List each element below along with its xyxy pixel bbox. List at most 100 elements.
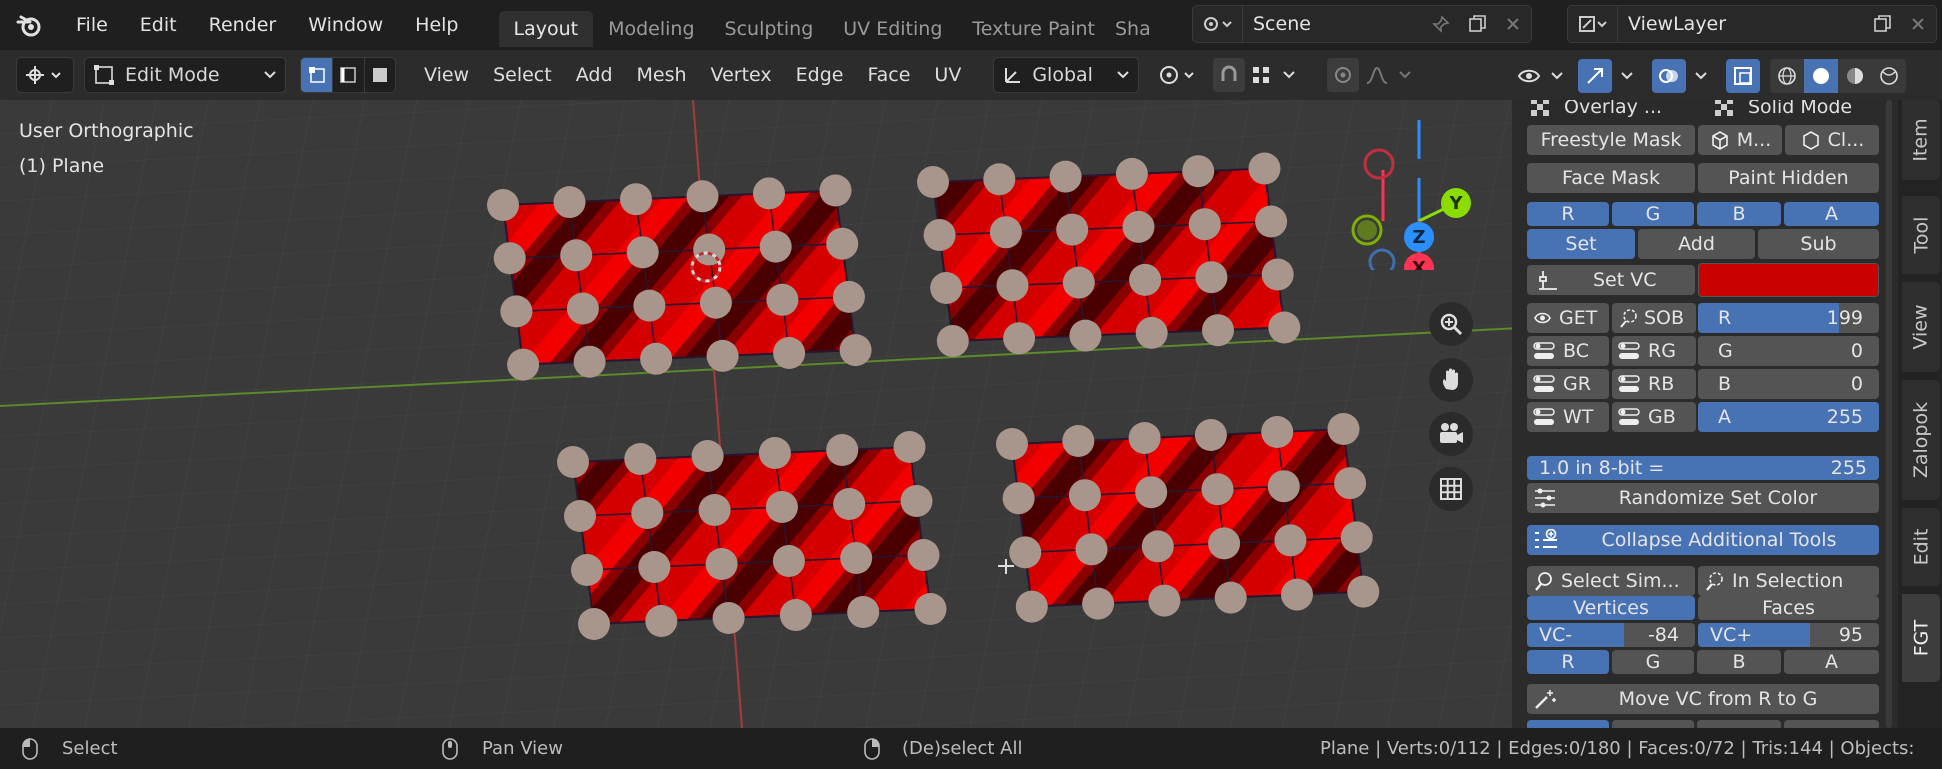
vertex-select-icon[interactable] (301, 58, 333, 92)
tab-shading[interactable]: Sha (1110, 11, 1150, 47)
zoom-icon[interactable] (1429, 302, 1473, 346)
toggle-wt-button[interactable]: WT (1527, 402, 1609, 432)
channel-b-toggle[interactable]: B (1697, 202, 1781, 226)
get-button[interactable]: GET (1527, 303, 1609, 333)
menu-edit[interactable]: Edit (124, 5, 193, 45)
chevron-down-icon[interactable] (1546, 71, 1568, 81)
vertices-toggle[interactable]: Vertices (1527, 596, 1695, 620)
tab-sculpting[interactable]: Sculpting (710, 11, 829, 47)
edge-select-icon[interactable] (332, 58, 363, 92)
in-8bit-field[interactable]: 1.0 in 8-bit = 255 (1527, 456, 1879, 480)
snap-target-icon[interactable] (1245, 66, 1277, 84)
chevron-down-icon[interactable] (1395, 70, 1415, 80)
solid-shading-icon[interactable] (1804, 59, 1838, 93)
face-mask-button[interactable]: Face Mask (1527, 163, 1695, 193)
tab-layout[interactable]: Layout (498, 11, 594, 47)
randomize-set-color-button[interactable]: Randomize Set Color (1527, 483, 1879, 513)
chevron-down-icon[interactable] (1612, 71, 1642, 81)
solid-mode-label[interactable]: Solid Mode (1744, 100, 1852, 118)
scene-name[interactable]: Scene (1243, 13, 1423, 35)
channel-a-field[interactable]: A 255 (1698, 402, 1879, 432)
cl-button[interactable]: Cl... (1785, 125, 1879, 155)
close-scene-icon[interactable] (1495, 17, 1531, 31)
tab-view[interactable]: View (1902, 282, 1940, 372)
view-layer-name[interactable]: ViewLayer (1618, 13, 1864, 35)
chevron-down-icon[interactable] (1686, 71, 1716, 81)
extra-b-toggle[interactable] (1697, 720, 1781, 728)
tab-edit[interactable]: Edit (1902, 508, 1940, 586)
tab-tool[interactable]: Tool (1902, 196, 1940, 274)
sob-button[interactable]: SOB (1612, 303, 1696, 333)
paint-hidden-button[interactable]: Paint Hidden (1698, 163, 1879, 193)
view-layer-selector[interactable]: ViewLayer (1567, 5, 1937, 43)
pivot-selector[interactable] (1149, 57, 1207, 93)
tab-uv-editing[interactable]: UV Editing (828, 11, 957, 47)
vc-minus-field[interactable]: VC- -84 (1527, 623, 1695, 647)
tab-texture-paint[interactable]: Texture Paint (957, 11, 1110, 47)
duplicate-scene-icon[interactable] (1459, 15, 1495, 33)
mode-selector[interactable]: Edit Mode (84, 57, 286, 93)
grid-view-icon[interactable] (1429, 467, 1473, 511)
toggle-rg-button[interactable]: RG (1612, 336, 1696, 366)
scene-selector[interactable]: Scene (1192, 5, 1532, 43)
channel-g-field[interactable]: G0 (1698, 336, 1879, 366)
overlay-toggle-icon[interactable] (1652, 59, 1686, 93)
toggle-gr-button[interactable]: GR (1527, 369, 1609, 399)
rendered-shading-icon[interactable] (1872, 65, 1906, 87)
tab-zalopok[interactable]: Zalopok (1902, 380, 1940, 500)
menu-edge[interactable]: Edge (784, 57, 856, 93)
add-button[interactable]: Add (1638, 229, 1755, 259)
freestyle-mask-button[interactable]: Freestyle Mask (1527, 125, 1695, 155)
hand-pan-icon[interactable] (1429, 358, 1473, 402)
menu-vertex[interactable]: Vertex (699, 57, 784, 93)
channel-a-toggle[interactable]: A (1784, 202, 1879, 226)
menu-view[interactable]: View (412, 57, 481, 93)
menu-window[interactable]: Window (292, 5, 399, 45)
3d-viewport[interactable]: User Orthographic (1) Plane Z Y X (0, 100, 1520, 728)
tab-item[interactable]: Item (1902, 100, 1940, 180)
vc-color-swatch[interactable] (1698, 263, 1879, 297)
chevron-down-icon[interactable] (1277, 70, 1301, 80)
select-similar-button[interactable]: Select Sim... (1527, 566, 1695, 596)
editor-type-selector[interactable] (16, 57, 74, 93)
pin-icon[interactable] (1423, 15, 1459, 33)
move-vc-button[interactable]: Move VC from R to G (1527, 684, 1879, 714)
viewport-scene[interactable] (0, 100, 1520, 728)
m-button[interactable]: M... (1698, 125, 1782, 155)
proportional-edit-icon[interactable] (1327, 58, 1360, 92)
extra-a-toggle[interactable] (1784, 720, 1879, 728)
extra-r-toggle[interactable] (1527, 720, 1609, 728)
panel-scrollbar[interactable] (1886, 100, 1892, 728)
move-channel-r-toggle[interactable]: R (1527, 650, 1609, 674)
faces-toggle[interactable]: Faces (1698, 596, 1879, 620)
move-channel-g-toggle[interactable]: G (1612, 650, 1694, 674)
in-selection-button[interactable]: In Selection (1698, 566, 1879, 596)
channel-r-field[interactable]: R 199 (1698, 303, 1879, 333)
channel-r-toggle[interactable]: R (1527, 202, 1609, 226)
menu-render[interactable]: Render (193, 5, 293, 45)
set-button[interactable]: Set (1527, 229, 1635, 259)
extra-g-toggle[interactable] (1612, 720, 1694, 728)
blender-logo-icon[interactable] (0, 3, 60, 47)
collapse-tools-button[interactable]: Collapse Additional Tools (1527, 525, 1879, 555)
menu-file[interactable]: File (60, 5, 124, 45)
vc-plus-field[interactable]: VC+ 95 (1698, 623, 1879, 647)
menu-mesh[interactable]: Mesh (625, 57, 699, 93)
wireframe-shading-icon[interactable] (1770, 65, 1804, 87)
set-vc-button[interactable]: Set VC (1527, 265, 1695, 295)
duplicate-layer-icon[interactable] (1864, 15, 1900, 33)
overlay-label[interactable]: Overlay ... (1554, 100, 1704, 118)
material-shading-icon[interactable] (1838, 65, 1872, 87)
xray-toggle-icon[interactable] (1726, 59, 1760, 93)
transform-orientation-selector[interactable]: Global (993, 57, 1140, 93)
axis-gizmo[interactable]: Z Y X (1340, 120, 1480, 270)
snap-toggle-icon[interactable] (1213, 58, 1246, 92)
channel-g-toggle[interactable]: G (1612, 202, 1694, 226)
tab-modeling[interactable]: Modeling (593, 11, 709, 47)
toggle-gb-button[interactable]: GB (1612, 402, 1696, 432)
menu-uv[interactable]: UV (922, 57, 973, 93)
visibility-icon[interactable] (1512, 59, 1546, 93)
move-channel-b-toggle[interactable]: B (1697, 650, 1781, 674)
toggle-bc-button[interactable]: BC (1527, 336, 1609, 366)
menu-face[interactable]: Face (855, 57, 922, 93)
